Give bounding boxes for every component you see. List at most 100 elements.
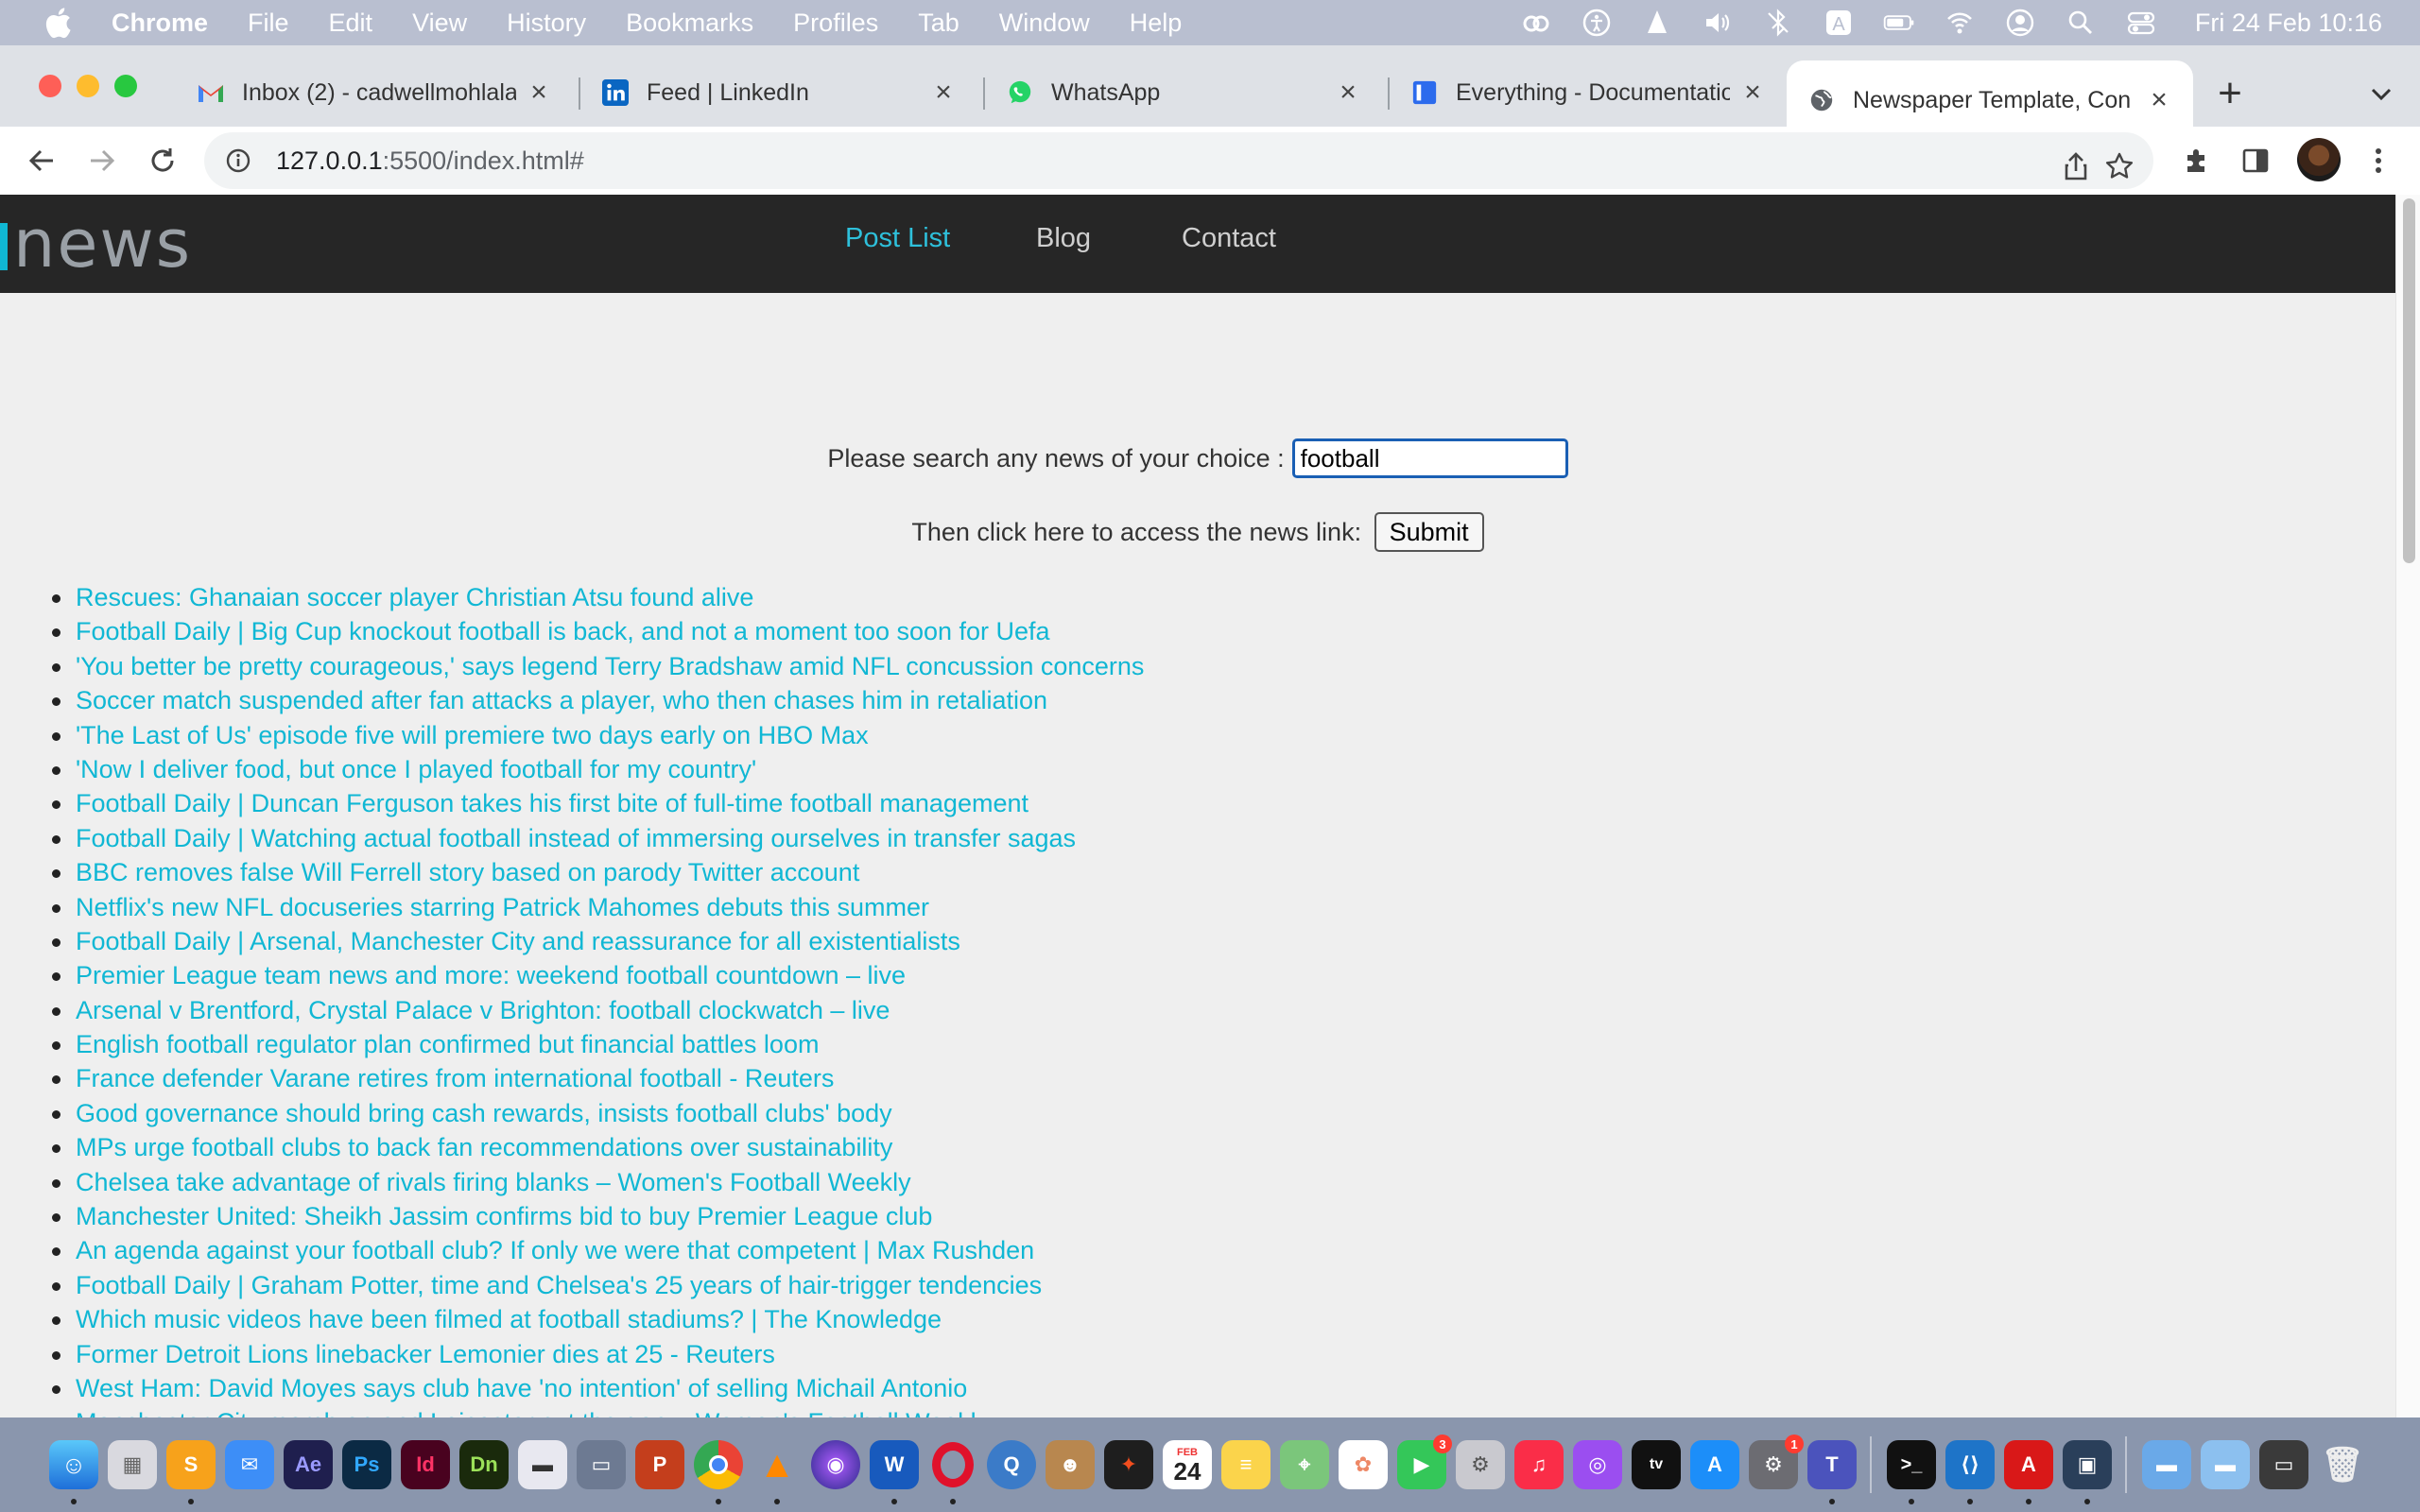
profile-avatar[interactable]: [2297, 138, 2341, 181]
window-zoom-button[interactable]: [114, 75, 137, 97]
control-center-icon[interactable]: [2125, 7, 2157, 39]
menu-app-name[interactable]: Chrome: [112, 9, 208, 38]
news-link[interactable]: 'Now I deliver food, but once I played f…: [76, 755, 756, 783]
quicktime-icon[interactable]: Q: [987, 1440, 1036, 1489]
close-icon[interactable]: ×: [526, 77, 552, 108]
app-icon[interactable]: ▬: [518, 1440, 567, 1489]
spotlight-search-icon[interactable]: [2065, 7, 2097, 39]
news-link[interactable]: BBC removes false Will Ferrell story bas…: [76, 858, 859, 886]
close-icon[interactable]: ×: [2146, 84, 2172, 115]
news-link[interactable]: France defender Varane retires from inte…: [76, 1064, 834, 1092]
nav-contact[interactable]: Contact: [1182, 223, 1276, 254]
forward-arrow-icon[interactable]: [79, 138, 125, 183]
accessibility-icon[interactable]: [1581, 7, 1613, 39]
indesign-icon[interactable]: Id: [401, 1440, 450, 1489]
folder-icon[interactable]: ▬: [2142, 1440, 2191, 1489]
trash-icon[interactable]: 🗑: [2318, 1440, 2367, 1489]
opera-icon[interactable]: [928, 1440, 977, 1504]
news-link[interactable]: Manchester City march on and Leicester c…: [76, 1408, 989, 1418]
screen-icon[interactable]: ▭: [2259, 1440, 2308, 1489]
news-link[interactable]: An agenda against your football club? If…: [76, 1236, 1034, 1264]
news-link[interactable]: Good governance should bring cash reward…: [76, 1099, 892, 1127]
news-link[interactable]: Chelsea take advantage of rivals firing …: [76, 1168, 911, 1196]
photos-icon[interactable]: ✿: [1339, 1440, 1388, 1489]
news-link[interactable]: English football regulator plan confirme…: [76, 1030, 819, 1058]
news-link[interactable]: Former Detroit Lions linebacker Lemonier…: [76, 1340, 775, 1368]
downloads-folder-icon[interactable]: ▬: [2201, 1440, 2250, 1489]
news-link[interactable]: Football Daily | Graham Potter, time and…: [76, 1271, 1042, 1299]
news-link[interactable]: Football Daily | Big Cup knockout footba…: [76, 617, 1050, 645]
calendar-icon[interactable]: FEB 24: [1163, 1440, 1212, 1489]
close-icon[interactable]: ×: [930, 77, 957, 108]
menu-file[interactable]: File: [248, 9, 289, 38]
news-link[interactable]: Football Daily | Duncan Ferguson takes h…: [76, 789, 1028, 817]
menu-help[interactable]: Help: [1130, 9, 1183, 38]
vscode-icon[interactable]: ⟨⟩: [1945, 1440, 1995, 1504]
news-link[interactable]: Premier League team news and more: weeke…: [76, 961, 906, 989]
submit-button[interactable]: Submit: [1374, 512, 1484, 552]
facetime-icon[interactable]: ▶ 3: [1397, 1435, 1452, 1489]
terminal-icon[interactable]: >_: [1887, 1440, 1936, 1504]
settings-icon[interactable]: ⚙ 1: [1749, 1435, 1804, 1489]
menu-bar-clock[interactable]: Fri 24 Feb 10:16: [2195, 9, 2382, 38]
vlc-status-icon[interactable]: [1641, 7, 1673, 39]
siri-icon[interactable]: ◉: [811, 1440, 860, 1489]
figma-icon[interactable]: ✦: [1104, 1440, 1153, 1489]
site-logo[interactable]: news: [0, 211, 192, 277]
news-link[interactable]: Soccer match suspended after fan attacks…: [76, 686, 1047, 714]
user-account-icon[interactable]: [2004, 7, 2036, 39]
news-link[interactable]: Arsenal v Brentford, Crystal Palace v Br…: [76, 996, 890, 1024]
news-link[interactable]: Rescues: Ghanaian soccer player Christia…: [76, 583, 753, 611]
dimension-icon[interactable]: Dn: [459, 1440, 509, 1489]
after-effects-icon[interactable]: Ae: [284, 1440, 333, 1489]
search-input[interactable]: [1291, 438, 1568, 478]
info-icon[interactable]: [223, 146, 253, 176]
bluetooth-off-icon[interactable]: [1762, 7, 1794, 39]
more-menu-icon[interactable]: [2358, 140, 2399, 181]
menu-edit[interactable]: Edit: [329, 9, 373, 38]
photoshop-icon[interactable]: Ps: [342, 1440, 391, 1489]
reload-icon[interactable]: [140, 138, 185, 183]
menu-window[interactable]: Window: [999, 9, 1090, 38]
news-link[interactable]: Football Daily | Arsenal, Manchester Cit…: [76, 927, 960, 955]
side-panel-icon[interactable]: [2235, 140, 2276, 181]
contacts-icon[interactable]: ☻: [1046, 1440, 1095, 1489]
new-tab-button[interactable]: +: [2210, 70, 2250, 116]
mail-icon[interactable]: ✉: [225, 1440, 274, 1489]
news-link[interactable]: Manchester United: Sheikh Jassim confirm…: [76, 1202, 932, 1230]
app-icon[interactable]: ▣: [2063, 1440, 2112, 1504]
extensions-puzzle-icon[interactable]: [2176, 140, 2218, 181]
input-source-icon[interactable]: A: [1823, 7, 1855, 39]
tab-whatsapp[interactable]: WhatsApp ×: [985, 60, 1382, 125]
word-icon[interactable]: W: [870, 1440, 919, 1504]
news-link[interactable]: MPs urge football clubs to back fan reco…: [76, 1133, 892, 1161]
sublime-text-icon[interactable]: S: [166, 1440, 216, 1504]
menu-bookmarks[interactable]: Bookmarks: [626, 9, 753, 38]
news-link[interactable]: West Ham: David Moyes says club have 'no…: [76, 1374, 967, 1402]
chrome-icon[interactable]: [694, 1440, 743, 1504]
share-icon[interactable]: [2057, 147, 2095, 185]
battery-icon[interactable]: [1883, 7, 1915, 39]
apple-menu-icon[interactable]: [42, 5, 74, 41]
vlc-icon[interactable]: ▲: [752, 1440, 802, 1504]
notes-icon[interactable]: ≡: [1221, 1440, 1270, 1489]
tab-linkedin[interactable]: Feed | LinkedIn ×: [580, 60, 977, 125]
teams-icon[interactable]: T: [1807, 1440, 1857, 1504]
back-arrow-icon[interactable]: [19, 138, 64, 183]
tab-gmail[interactable]: Inbox (2) - cadwellmohlala ×: [176, 60, 573, 125]
system-preferences-icon[interactable]: ⚙: [1456, 1440, 1505, 1489]
news-link[interactable]: Netflix's new NFL docuseries starring Pa…: [76, 893, 929, 921]
wifi-icon[interactable]: [1944, 7, 1976, 39]
close-icon[interactable]: ×: [1739, 77, 1766, 108]
preview-icon[interactable]: ▭: [577, 1440, 626, 1489]
menu-history[interactable]: History: [507, 9, 586, 38]
address-bar[interactable]: 127.0.0.1:5500/index.html#: [204, 132, 2153, 189]
app-store-icon[interactable]: A: [1690, 1440, 1739, 1489]
chevron-down-icon[interactable]: [2361, 74, 2401, 113]
window-minimize-button[interactable]: [77, 75, 99, 97]
nav-post-list[interactable]: Post List: [845, 223, 950, 254]
menu-tab[interactable]: Tab: [918, 9, 959, 38]
page-scrollbar[interactable]: [2395, 195, 2420, 1418]
maps-icon[interactable]: ⌖: [1280, 1440, 1329, 1489]
acrobat-icon[interactable]: A: [2004, 1440, 2053, 1504]
